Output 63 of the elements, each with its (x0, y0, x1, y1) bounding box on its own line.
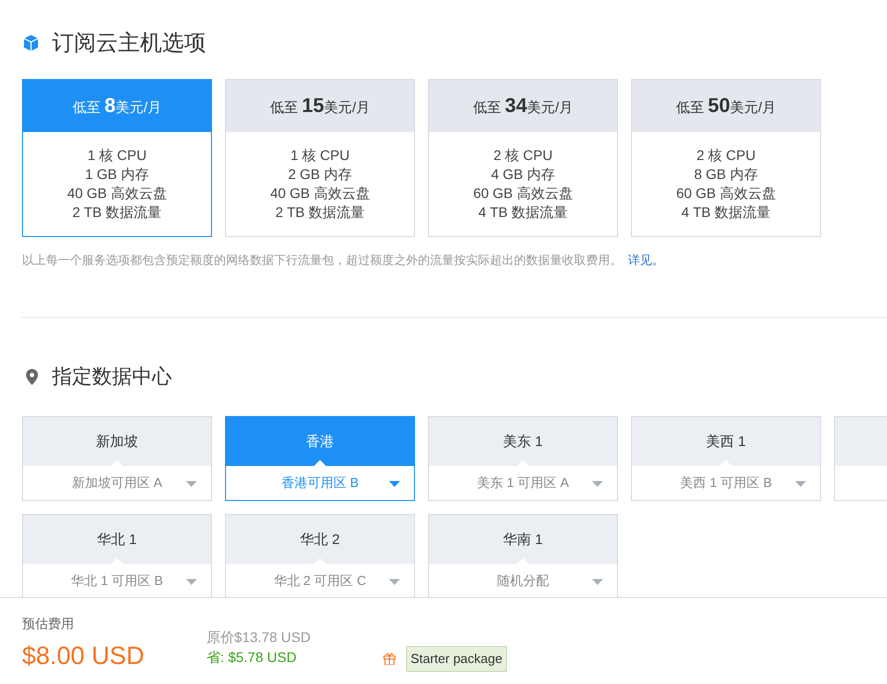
savings: 省: $5.78 USD (206, 648, 298, 667)
region-name: 新加坡 (96, 432, 138, 451)
region-card[interactable]: 华南 1 随机分配 (428, 514, 618, 599)
plan-spec: 4 GB 内存 (491, 165, 555, 184)
plan-price: 低至 15美元/月 (270, 94, 370, 119)
plan-spec: 40 GB 高效云盘 (270, 184, 370, 203)
traffic-note: 以上每一个服务选项都包含预定额度的网络数据下行流量包，超过额度之外的流量按实际超出的数据量收取费用。 (22, 253, 622, 267)
plan-card[interactable]: 低至 15美元/月 1 核 CPU 2 GB 内存 40 GB 高效云盘 2 TB 数据流量 (225, 79, 415, 237)
plan-spec: 2 核 CPU (493, 146, 553, 165)
gift-icon (382, 652, 396, 666)
caret-icon (592, 579, 603, 585)
package-badge: Starter package (406, 646, 508, 672)
plan-price: 低至 34美元/月 (472, 94, 574, 119)
plan-price: 低至 8美元/月 (72, 94, 162, 119)
plan-spec: 4 TB 数据流量 (681, 203, 771, 222)
section-title: 指定数据中心 (52, 365, 172, 390)
original-price: 原价$13.78 USD (206, 628, 311, 647)
plan-spec: 2 TB 数据流量 (72, 203, 162, 222)
region-name: 香港 (306, 432, 334, 451)
caret-icon (592, 481, 603, 487)
region-name: 华南 1 (503, 530, 543, 549)
notch-icon (314, 460, 326, 466)
plan-spec: 1 核 CPU (87, 146, 147, 165)
plan-spec: 40 GB 高效云盘 (67, 184, 167, 203)
zone-select[interactable]: 华北 1 可用区 B (23, 564, 211, 598)
region-card[interactable]: 华北 1 华北 1 可用区 B (22, 514, 212, 599)
region-card[interactable]: 美西 1 美西 1 可用区 B (631, 416, 821, 501)
total-price: $8.00 USD (22, 640, 144, 672)
zone-select[interactable]: 华北 2 可用区 C (226, 564, 414, 598)
zone-select[interactable]: 随机分配 (429, 564, 617, 598)
zone-select[interactable]: 新加坡可用区 A (23, 466, 211, 500)
caret-icon (186, 481, 197, 487)
caret-icon (186, 579, 197, 585)
details-link[interactable]: 详见。 (628, 253, 664, 267)
region-card[interactable]: 新加坡 新加坡可用区 A (22, 416, 212, 501)
plan-spec: 8 GB 内存 (694, 165, 758, 184)
zone-select[interactable]: 美西 1 可用区 B (632, 466, 820, 500)
zone-select[interactable]: 美东 1 可用区 A (429, 466, 617, 500)
plan-spec: 4 TB 数据流量 (478, 203, 568, 222)
plan-spec: 2 TB 数据流量 (275, 203, 365, 222)
section-title: 订阅云主机选项 (52, 29, 206, 57)
estimate-label: 预估费用 (22, 615, 75, 633)
region-card[interactable]: 华北 2 华北 2 可用区 C (225, 514, 415, 599)
plan-card[interactable]: 低至 34美元/月 2 核 CPU 4 GB 内存 60 GB 高效云盘 4 TB 数据流量 (428, 79, 618, 237)
plan-spec: 2 GB 内存 (288, 165, 352, 184)
plan-spec: 60 GB 高效云盘 (676, 184, 776, 203)
region-card[interactable]: 美东 1 美东 1 可用区 A (428, 416, 618, 501)
caret-icon (795, 481, 806, 487)
region-name: 美东 1 (503, 432, 543, 451)
region-name: 华北 1 (97, 530, 137, 549)
caret-icon (389, 481, 400, 487)
plan-card[interactable]: 低至 50美元/月 2 核 CPU 8 GB 内存 60 GB 高效云盘 4 TB 数据流量 (631, 79, 821, 237)
caret-icon (389, 579, 400, 585)
region-name: 华北 2 (300, 530, 340, 549)
plan-spec: 1 核 CPU (290, 146, 350, 165)
plan-price: 低至 50美元/月 (676, 94, 776, 119)
plan-card[interactable]: 低至 8美元/月 1 核 CPU 1 GB 内存 40 GB 高效云盘 2 TB 数据流量 (22, 79, 212, 237)
region-name: 美西 1 (706, 432, 746, 451)
location-pin-icon (26, 369, 38, 385)
plan-spec: 2 核 CPU (696, 146, 756, 165)
plan-spec: 60 GB 高效云盘 (473, 184, 573, 203)
plan-spec: 1 GB 内存 (85, 165, 149, 184)
cube-icon (22, 34, 40, 52)
